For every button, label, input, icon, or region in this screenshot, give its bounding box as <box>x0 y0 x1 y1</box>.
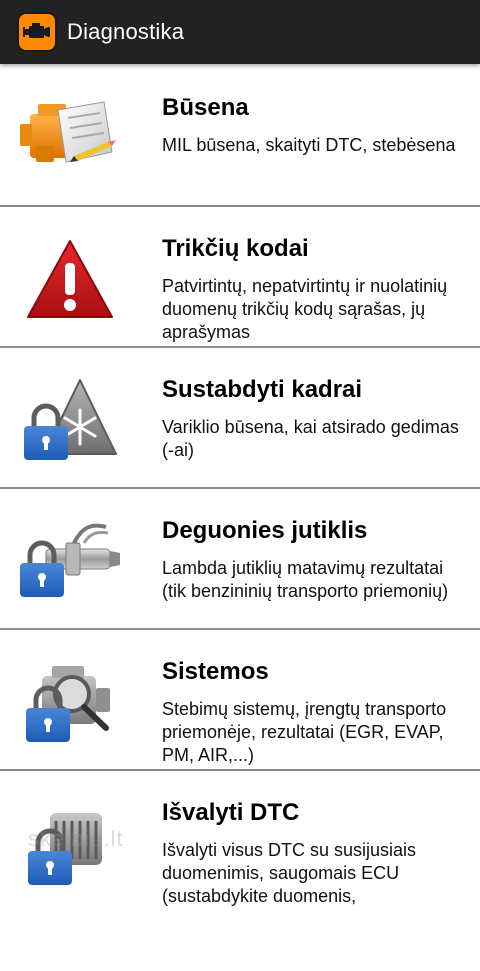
app-title: Diagnostika <box>67 19 185 44</box>
item-description: Variklio būsena, kai atsirado gedimas (-… <box>162 417 459 460</box>
menu-item-sustabdyti-kadrai[interactable]: Sustabdyti kadrai Variklio būsena, kai a… <box>0 348 480 489</box>
item-title: Sustabdyti kadrai <box>162 376 363 403</box>
item-description: MIL būsena, skaityti DTC, stebėsena <box>162 135 456 155</box>
menu-item-busena[interactable]: Būsena MIL būsena, skaityti DTC, stebėse… <box>0 66 480 207</box>
item-title: Trikčių kodai <box>162 235 309 262</box>
snowflake-warning-icon <box>12 368 124 468</box>
item-description: Išvalyti visus DTC su susijusiais duomen… <box>162 840 417 906</box>
engine-document-icon <box>12 86 124 186</box>
engine-clear-icon <box>12 791 124 891</box>
menu-item-trikciu-kodai[interactable]: Trikčių kodai Patvirtintų, nepatvirtintų… <box>0 207 480 348</box>
item-description: Stebimų sistemų, įrengtų transporto prie… <box>162 699 447 765</box>
check-engine-logo-icon[interactable] <box>17 12 57 52</box>
item-description: Patvirtintų, nepatvirtintų ir nuolatinių… <box>162 276 448 342</box>
item-description: Lambda jutiklių matavimų rezultatai (tik… <box>162 558 449 601</box>
item-title: Sistemos <box>162 658 269 685</box>
item-title: Išvalyti DTC <box>162 799 300 826</box>
app-bar: Diagnostika <box>0 0 480 64</box>
oxygen-sensor-icon <box>12 509 124 609</box>
menu-item-isvalyti-dtc[interactable]: Išvalyti DTC Išvalyti visus DTC su susij… <box>0 771 480 971</box>
warning-icon <box>12 227 124 327</box>
diagnostics-menu-list: Būsena MIL būsena, skaityti DTC, stebėse… <box>0 66 480 971</box>
engine-magnifier-icon <box>12 650 124 750</box>
menu-item-deguonies-jutiklis[interactable]: Deguonies jutiklis Lambda jutiklių matav… <box>0 489 480 630</box>
item-title: Būsena <box>162 94 249 121</box>
item-title: Deguonies jutiklis <box>162 517 368 544</box>
menu-item-sistemos[interactable]: Sistemos Stebimų sistemų, įrengtų transp… <box>0 630 480 771</box>
